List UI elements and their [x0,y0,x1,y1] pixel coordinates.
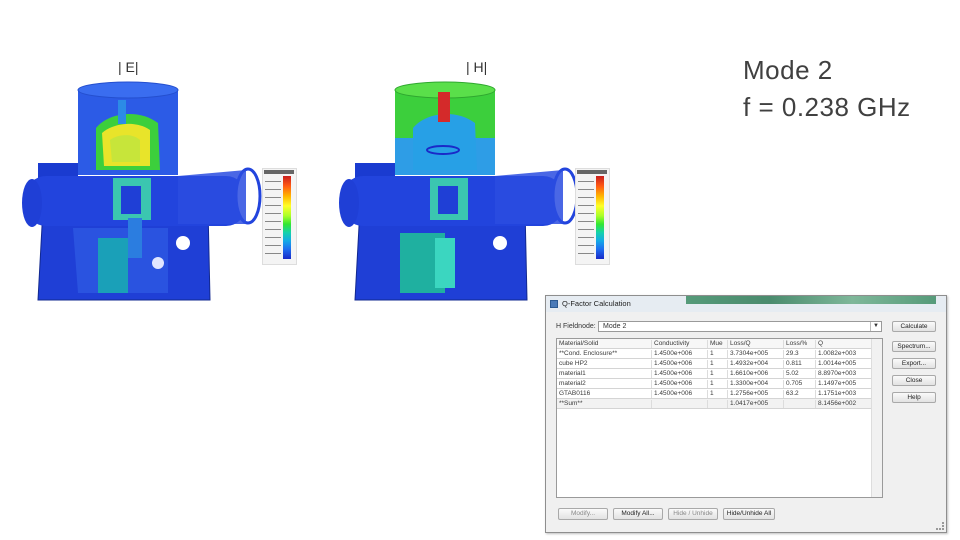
table-cell: 1 [707,370,727,378]
table-cell: 1 [707,350,727,358]
table-cell: 1.3300e+004 [727,380,783,388]
column-header[interactable]: Q [815,340,872,348]
table-cell: 0.811 [783,360,815,368]
table-cell: 3.7304e+005 [727,350,783,358]
help-button[interactable]: Help [892,392,936,403]
e-field-label: | E| [118,59,139,75]
table-row[interactable]: material2 1.4500e+006 1 1.3300e+004 0.70… [557,379,872,389]
field-mode-label: H Fieldnode: [556,323,596,330]
export-button[interactable]: Export... [892,358,936,369]
h-field-cavity-image [339,81,579,301]
table-row[interactable]: cube HP2 1.4500e+006 1 1.4932e+004 0.811… [557,359,872,369]
q-factor-dialog: Q-Factor Calculation H Fieldnode: Mode 2… [545,295,947,533]
table-cell: 1.1751e+003 [815,390,872,398]
modify-button[interactable]: Modify... [558,508,608,520]
close-button[interactable]: Close [892,375,936,386]
table-cell [651,400,707,408]
e-field-color-legend [262,168,297,265]
table-cell: 1.4500e+006 [651,380,707,388]
modify-all-button[interactable]: Modify All... [613,508,663,520]
table-cell: 1.4500e+006 [651,360,707,368]
table-cell: 63.2 [783,390,815,398]
table-row[interactable]: GTAB0116 1.4500e+006 1 1.2756e+005 63.2 … [557,389,872,399]
table-cell [707,400,727,408]
table-cell [783,400,815,408]
background-strip [686,296,936,304]
table-cell: GTAB0116 [559,390,591,397]
table-cell: 8.8970e+003 [815,370,872,378]
table-cell: 1.1497e+005 [815,380,872,388]
table-scrollbar[interactable] [871,339,882,497]
table-cell: **Cond. Enclosure** [559,350,618,357]
table-cell: 1 [707,390,727,398]
field-mode-value: Mode 2 [603,323,627,330]
table-cell: 1.4932e+004 [727,360,783,368]
table-cell: 1.0014e+005 [815,360,872,368]
dialog-title: Q-Factor Calculation [562,299,631,308]
q-factor-table: Material/Solid Conductivity Mue Loss/Q L… [556,338,883,498]
calculate-button[interactable]: Calculate [892,321,936,332]
table-cell: 1 [707,380,727,388]
dialog-titlebar[interactable]: Q-Factor Calculation [546,296,946,312]
table-cell: 1 [707,360,727,368]
table-cell: 8.1456e+002 [815,400,872,408]
e-field-cavity-image [22,81,262,301]
column-header[interactable]: Material/Solid [557,340,651,348]
table-cell: 1.0417e+005 [727,400,783,408]
column-header[interactable]: Mue [707,340,727,348]
table-cell: 1.4500e+006 [651,390,707,398]
field-mode-select[interactable]: Mode 2 ▼ [598,321,882,332]
table-cell: **Sum** [559,400,583,407]
table-cell: 1.2756e+005 [727,390,783,398]
table-cell: 1.4500e+006 [651,350,707,358]
h-field-label: | H| [466,59,488,75]
table-row[interactable]: material1 1.4500e+006 1 1.6610e+006 5.02… [557,369,872,379]
table-row[interactable]: **Cond. Enclosure** 1.4500e+006 1 3.7304… [557,349,872,359]
column-header[interactable]: Conductivity [651,340,707,348]
table-cell: 0.705 [783,380,815,388]
chevron-down-icon[interactable]: ▼ [870,322,881,331]
mode-number: Mode 2 [743,55,833,85]
column-header[interactable]: Loss/% [783,340,815,348]
table-cell: material2 [559,380,586,387]
table-cell: material1 [559,370,586,377]
hide-unhide-all-button[interactable]: Hide/Unhide All [723,508,775,520]
column-header[interactable]: Loss/Q [727,340,783,348]
table-row-sum[interactable]: **Sum** 1.0417e+005 8.1456e+002 [557,399,872,409]
mode-frequency: f = 0.238 GHz [743,92,911,122]
table-header: Material/Solid Conductivity Mue Loss/Q L… [557,339,872,349]
hide-unhide-button[interactable]: Hide / Unhide [668,508,718,520]
table-cell: 29.3 [783,350,815,358]
h-field-color-legend [575,168,610,265]
app-icon [550,300,558,308]
table-cell: 1.4500e+006 [651,370,707,378]
table-cell: 1.0082e+003 [815,350,872,358]
table-cell: cube HP2 [559,360,588,367]
resize-grip-icon[interactable] [936,522,944,530]
table-cell: 1.6610e+006 [727,370,783,378]
table-cell: 5.02 [783,370,815,378]
spectrum-button[interactable]: Spectrum... [892,341,936,352]
